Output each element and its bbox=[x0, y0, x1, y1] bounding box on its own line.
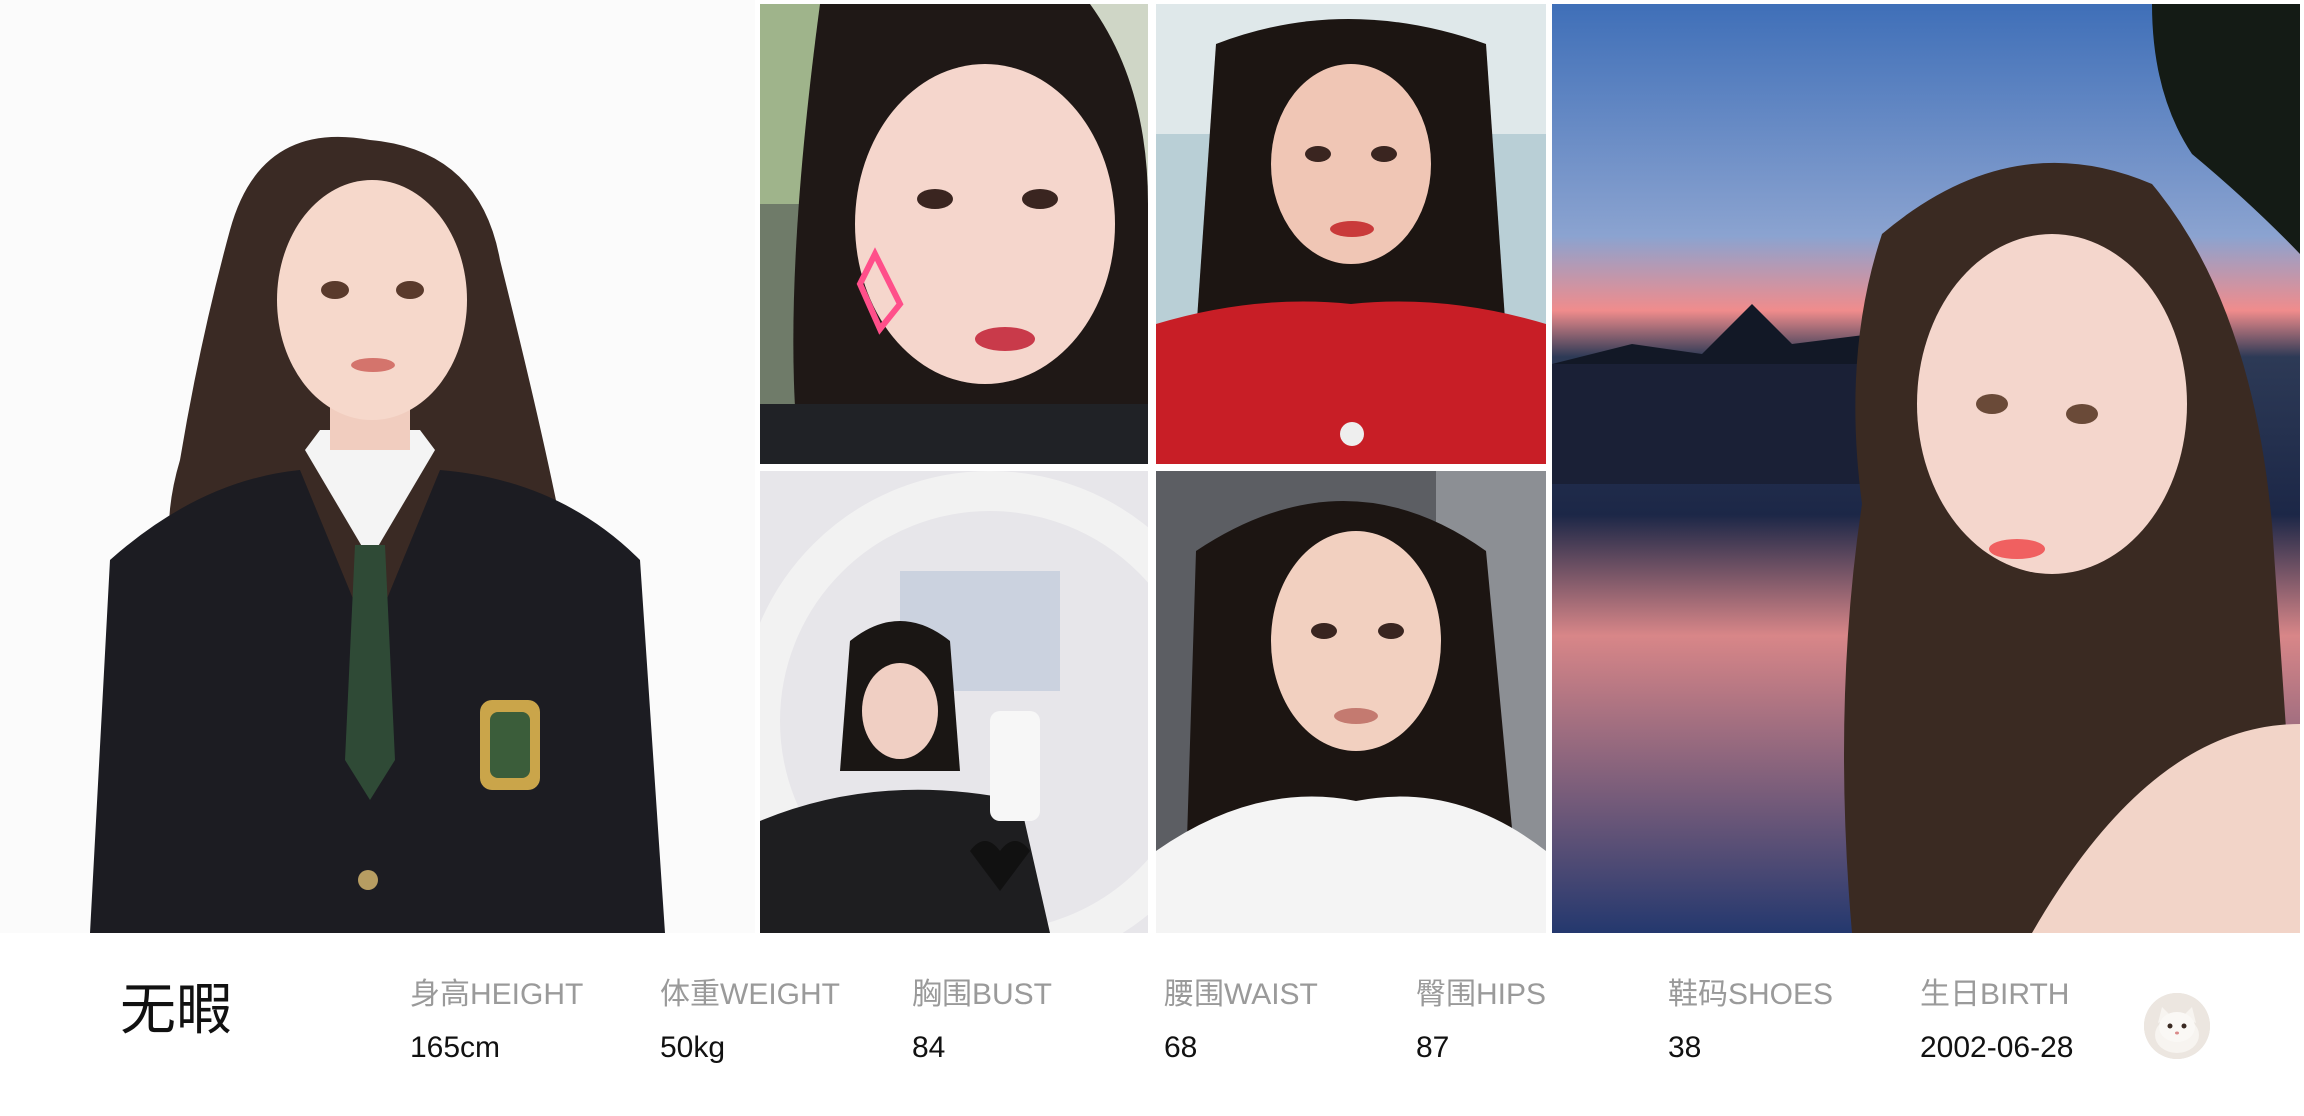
selfie-photo-bottom-right[interactable] bbox=[1156, 471, 1546, 933]
sunset-portrait-photo-icon bbox=[1552, 4, 2300, 933]
stat-weight: 体重WEIGHT 50kg bbox=[660, 978, 900, 1064]
stat-waist: 腰围WAIST 68 bbox=[1164, 978, 1404, 1064]
selfie-red-sweater-photo-icon bbox=[1156, 4, 1546, 464]
stat-value: 87 bbox=[1416, 1031, 1450, 1064]
selfie-white-top-photo-icon bbox=[1156, 471, 1546, 933]
stat-shoes: 鞋码SHOES 38 bbox=[1668, 978, 1908, 1064]
stat-label: 鞋码SHOES bbox=[1668, 978, 1834, 1011]
model-info-bar: 无暇 身高HEIGHT 165cm 体重WEIGHT 50kg 胸围BUST 8… bbox=[0, 933, 2304, 1116]
mirror-selfie-photo-icon bbox=[760, 471, 1148, 933]
selfie-photo-icon bbox=[760, 4, 1148, 464]
model-name: 无暇 bbox=[120, 978, 232, 1043]
cat-avatar-image bbox=[2144, 993, 2210, 1059]
stat-birth: 生日BIRTH 2002-06-28 bbox=[1920, 978, 2160, 1064]
portrait-uniform-photo-icon bbox=[0, 0, 755, 933]
selfie-photo-top-left[interactable] bbox=[760, 4, 1148, 464]
stat-value: 2002-06-28 bbox=[1920, 1031, 2074, 1064]
stat-bust: 胸围BUST 84 bbox=[912, 978, 1152, 1064]
stat-label: 生日BIRTH bbox=[1920, 978, 2070, 1011]
stat-value: 68 bbox=[1164, 1031, 1198, 1064]
main-portrait-photo[interactable] bbox=[0, 0, 755, 933]
stat-value: 50kg bbox=[660, 1031, 726, 1064]
stat-value: 84 bbox=[912, 1031, 946, 1064]
stat-label: 体重WEIGHT bbox=[660, 978, 840, 1011]
stat-label: 胸围BUST bbox=[912, 978, 1053, 1011]
cat-avatar-icon[interactable] bbox=[2144, 993, 2210, 1059]
stat-label: 身高HEIGHT bbox=[410, 978, 584, 1011]
stat-hips: 臀围HIPS 87 bbox=[1416, 978, 1656, 1064]
sunset-portrait-photo[interactable] bbox=[1552, 4, 2300, 933]
stat-value: 38 bbox=[1668, 1031, 1702, 1064]
stat-label: 臀围HIPS bbox=[1416, 978, 1547, 1011]
stat-height: 身高HEIGHT 165cm bbox=[410, 978, 650, 1064]
stat-label: 腰围WAIST bbox=[1164, 978, 1318, 1011]
stat-value: 165cm bbox=[410, 1031, 501, 1064]
selfie-photo-top-right[interactable] bbox=[1156, 4, 1546, 464]
mirror-selfie-photo[interactable] bbox=[760, 471, 1148, 933]
